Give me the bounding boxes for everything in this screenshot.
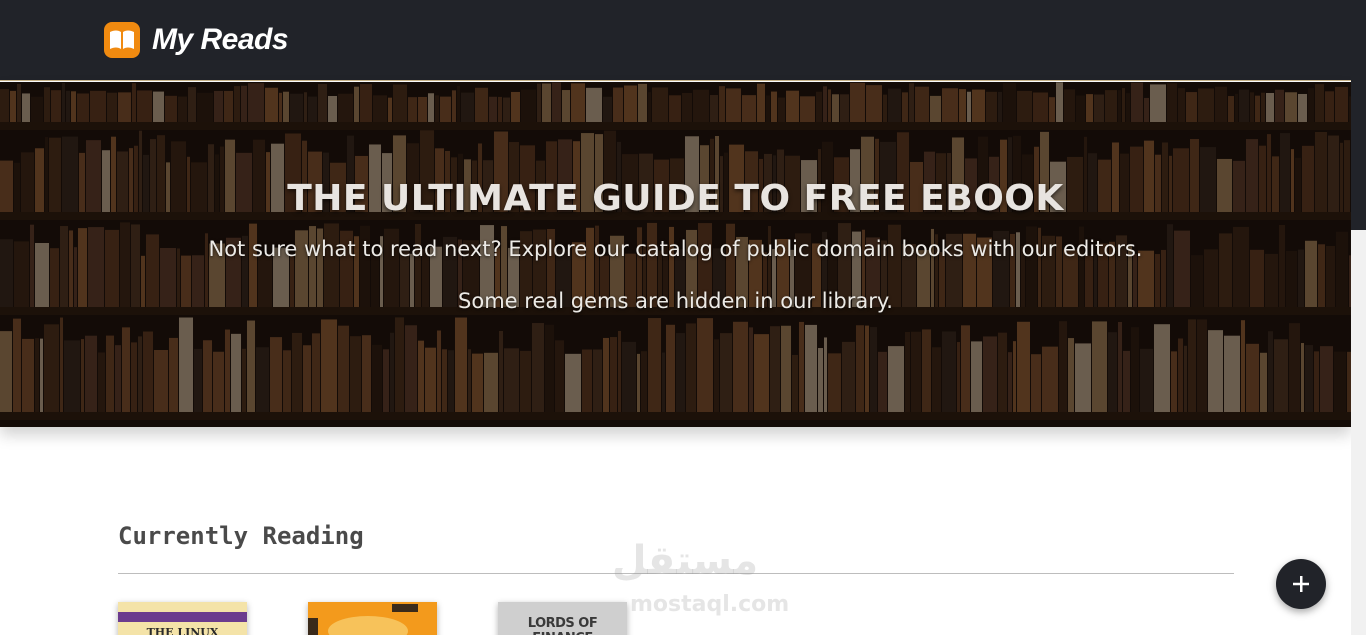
watermark-text-arabic: مستقل xyxy=(611,538,759,584)
publisher-badge xyxy=(392,604,418,612)
book-cover-title: THE LINUX xyxy=(146,626,219,635)
scrollbar-thumb[interactable] xyxy=(1351,0,1366,230)
navbar: My Reads xyxy=(0,0,1351,81)
add-book-button[interactable] xyxy=(1276,559,1326,609)
watermark-text: mostaql.com xyxy=(630,592,790,617)
plus-icon xyxy=(1293,576,1309,592)
cover-band xyxy=(118,612,247,622)
watermark: مستقل mostaql.com xyxy=(600,538,789,618)
cover-art xyxy=(328,616,408,635)
book-cover-title: LORDS OF FINANCE xyxy=(527,616,598,635)
book-cover[interactable]: THE LINUX xyxy=(118,602,247,635)
open-book-icon[interactable] xyxy=(104,22,140,58)
book-cover[interactable] xyxy=(308,602,437,635)
hero-subtitle: Not sure what to read next? Explore our … xyxy=(208,237,1143,261)
hero-subtitle-secondary: Some real gems are hidden in our library… xyxy=(458,289,893,313)
shelf-title: Currently Reading xyxy=(118,522,364,550)
cover-strip xyxy=(308,618,318,635)
hero-banner: THE ULTIMATE GUIDE TO FREE EBOOK Not sur… xyxy=(0,82,1351,427)
brand-name[interactable]: My Reads xyxy=(152,20,289,60)
hero-title: THE ULTIMATE GUIDE TO FREE EBOOK xyxy=(287,178,1064,219)
